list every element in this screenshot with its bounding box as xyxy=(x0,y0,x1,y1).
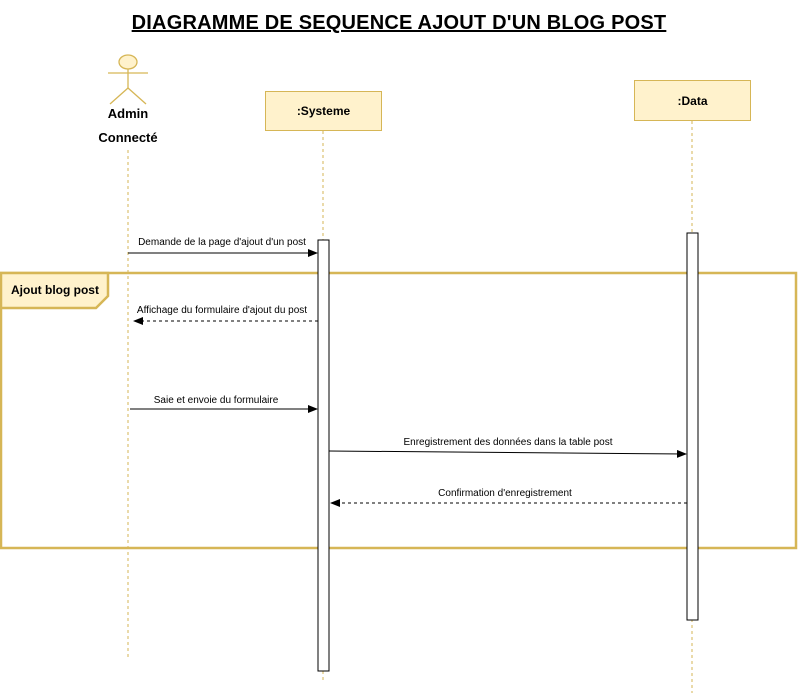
frame-label: Ajout blog post xyxy=(11,283,99,297)
actor-status: Connecté xyxy=(98,130,158,145)
actor-name: Admin xyxy=(107,106,149,121)
message-label-1: Demande de la page d'ajout d'un post xyxy=(138,237,306,248)
message-label-4: Enregistrement des données dans la table… xyxy=(403,437,613,448)
message-arrow-4 xyxy=(328,449,687,458)
data-activation-bar xyxy=(686,232,699,621)
participant-systeme: :Systeme xyxy=(265,91,382,131)
participant-systeme-label: :Systeme xyxy=(296,104,351,118)
message-label-5: Confirmation d'enregistrement xyxy=(438,488,572,499)
admin-actor-icon xyxy=(108,54,148,105)
message-label-3: Saie et envoie du formulaire xyxy=(153,395,279,406)
message-label-2: Affichage du formulaire d'ajout du post xyxy=(136,305,308,316)
participant-data: :Data xyxy=(634,80,751,121)
participant-data-label: :Data xyxy=(677,93,708,108)
ajout-blog-post-frame xyxy=(0,271,798,550)
